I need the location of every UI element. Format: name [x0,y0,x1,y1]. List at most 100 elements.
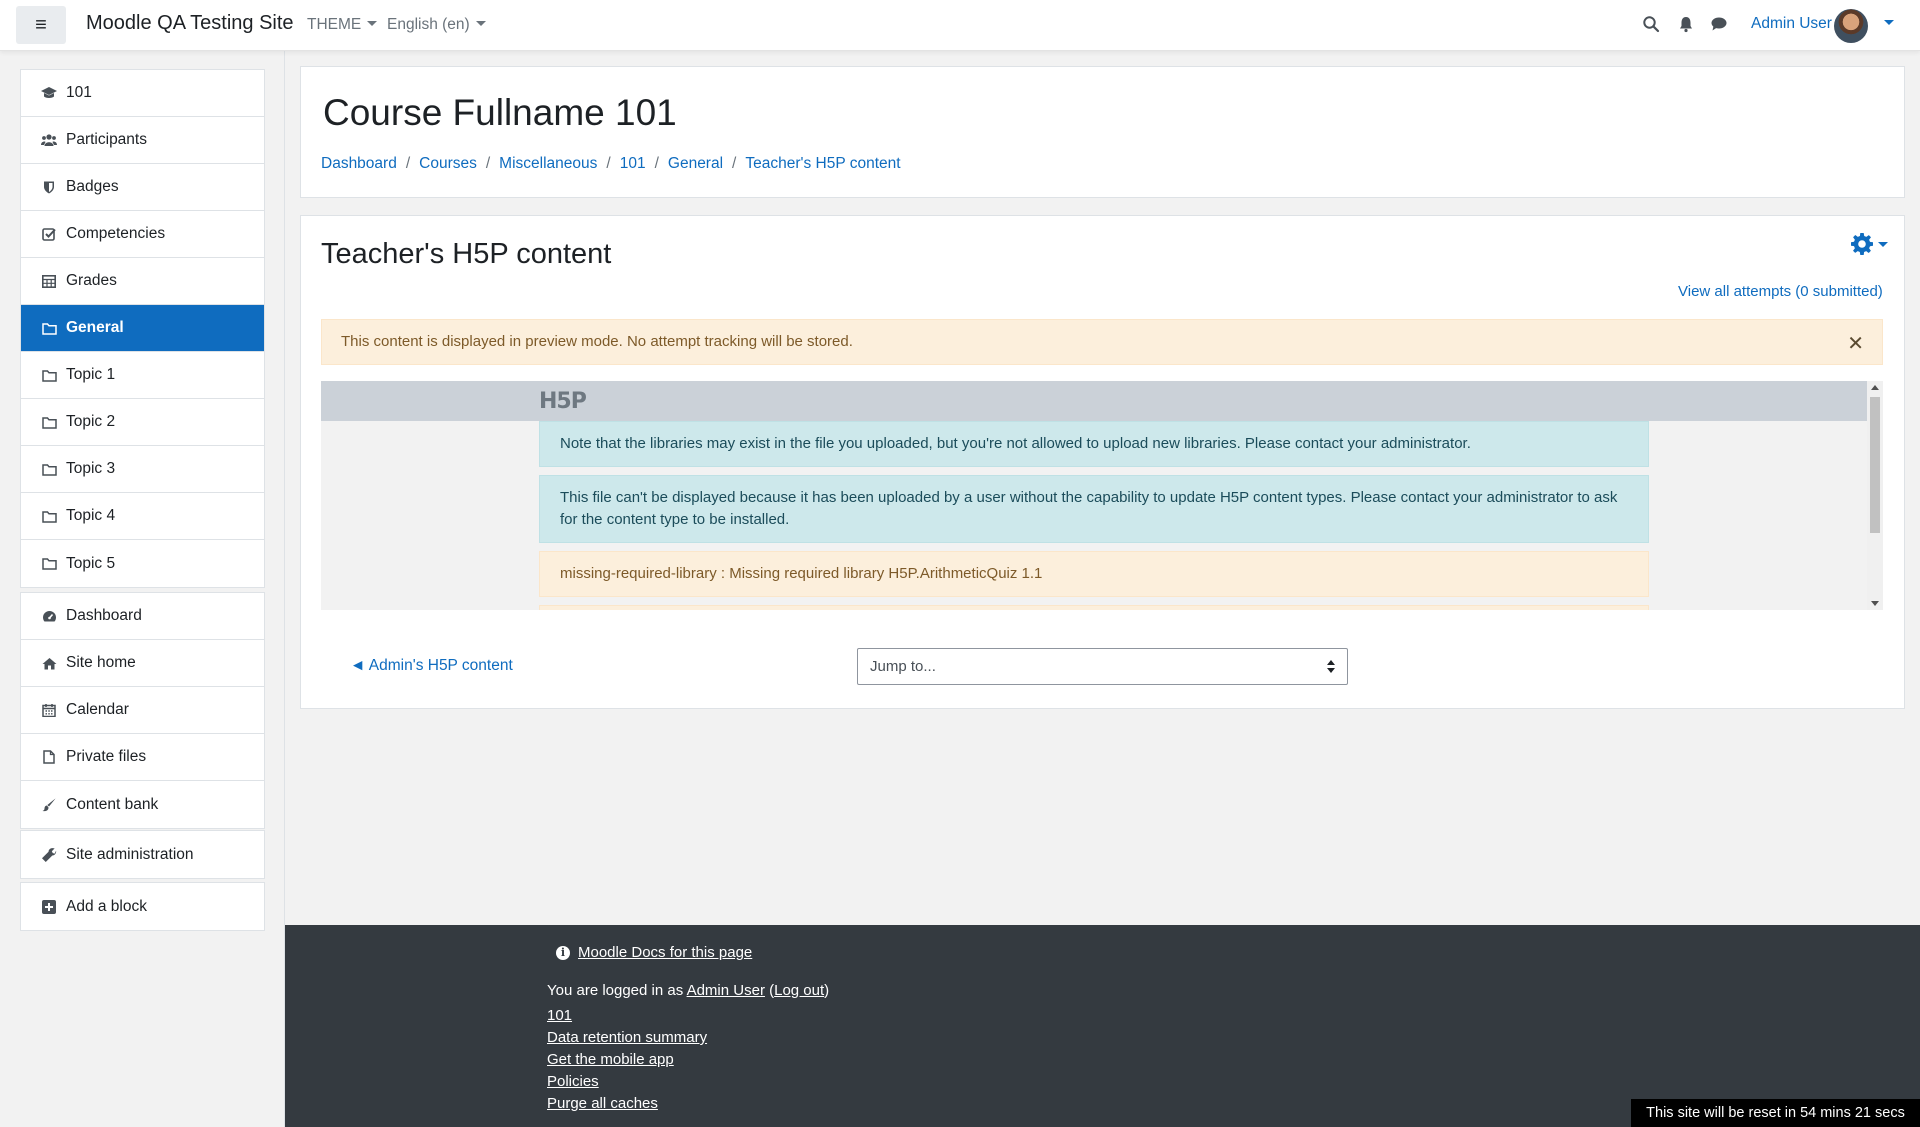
search-icon[interactable] [1642,15,1660,33]
footer-links: 101 Data retention summary Get the mobile … [547,1005,707,1115]
bell-icon[interactable] [1677,15,1695,33]
footer-link-data-retention-summary[interactable]: Data retention summary [547,1027,707,1049]
h5p-header-bar: H5P [321,381,1867,421]
sidebar-item-label: Competencies [66,225,166,242]
scrollbar-thumb[interactable] [1870,397,1880,533]
sidebar-item-label: General [66,319,124,336]
sidebar-item-label: Add a block [66,897,147,915]
footer-docs: i Moodle Docs for this page [556,944,752,961]
folder-icon [41,367,57,383]
breadcrumb-separator: / [732,155,737,172]
sidebar-item-label: Badges [66,178,119,195]
previous-activity-label: Admin's H5P content [368,657,513,674]
view-all-attempts-link[interactable]: View all attempts (0 submitted) [1678,283,1883,300]
sidebar-item-topic-3[interactable]: Topic 3 [21,446,264,493]
sidebar-item-label: Content bank [66,795,159,813]
avatar[interactable] [1834,9,1868,43]
sidebar-item-site-home[interactable]: Site home [21,640,264,687]
breadcrumb-item[interactable]: Teacher's H5P content [745,155,900,173]
preview-mode-alert: This content is displayed in preview mod… [321,319,1883,365]
moodle-docs-link[interactable]: Moodle Docs for this page [578,944,752,961]
h5p-info-message: Note that the libraries may exist in the… [539,421,1649,467]
language-dropdown[interactable]: English (en) [387,16,486,34]
top-navbar: ≡ Moodle QA Testing Site THEME English (… [0,0,1920,51]
footer-link-get-the-mobile-app[interactable]: Get the mobile app [547,1049,707,1071]
sidebar-item-label: Topic 2 [66,413,116,430]
admin-nav-group: Site administration [20,830,265,879]
hamburger-icon: ≡ [35,13,47,36]
jump-to-select[interactable]: Jump to... [857,648,1348,685]
sidebar-item-topic-1[interactable]: Topic 1 [21,352,264,399]
site-nav-group: Dashboard Site home Calendar Private files C… [20,592,265,829]
site-name-link[interactable]: Moodle QA Testing Site [86,12,294,35]
activity-settings-menu[interactable] [1850,232,1890,256]
table-icon [41,273,57,289]
sidebar-item-topic-5[interactable]: Topic 5 [21,540,264,587]
sidebar-item-dashboard[interactable]: Dashboard [21,593,264,640]
scroll-down-icon[interactable] [1871,601,1879,606]
folder-icon [41,414,57,430]
sidebar-item-label: Grades [66,272,117,289]
breadcrumb-separator: / [654,155,659,172]
sidebar-item-calendar[interactable]: Calendar [21,687,264,734]
folder-icon [41,508,57,524]
nav-drawer: 101 Participants Badges Competencies Grades G… [0,51,285,1127]
sidebar-item-grades[interactable]: Grades [21,258,264,305]
sidebar-item-competencies[interactable]: Competencies [21,211,264,258]
h5p-content-frame: H5P Note that the libraries may exist in… [321,381,1883,610]
h5p-scrollbar[interactable] [1867,381,1883,610]
calendar-icon [41,702,57,718]
user-menu-name[interactable]: Admin User [1751,15,1832,33]
breadcrumb-item[interactable]: Miscellaneous [499,155,597,173]
arrow-left-icon: ◄ [350,657,369,674]
messages-icon[interactable] [1710,15,1728,33]
sidebar-item-content-bank[interactable]: Content bank [21,781,264,828]
footer-link-policies[interactable]: Policies [547,1071,707,1093]
paint-brush-icon [41,797,57,813]
sidebar-item-private-files[interactable]: Private files [21,734,264,781]
theme-dropdown[interactable]: THEME [307,16,377,34]
file-icon [41,749,57,765]
h5p-logo: H5P [539,389,587,414]
footer-link-101[interactable]: 101 [547,1005,707,1027]
graduation-cap-icon [41,85,57,101]
breadcrumb-separator: / [485,155,491,172]
menu-toggle-button[interactable]: ≡ [16,6,66,44]
logout-link[interactable]: Log out [774,982,824,999]
footer-link-purge-all-caches[interactable]: Purge all caches [547,1093,707,1115]
sidebar-item-label: Calendar [66,701,129,718]
chevron-down-icon[interactable] [1884,20,1894,25]
h5p-warning-message: missing-required-library : Missing requi… [539,551,1649,597]
logged-in-user-link[interactable]: Admin User [687,982,765,999]
breadcrumb-separator: / [405,155,411,172]
sidebar-item-topic-4[interactable]: Topic 4 [21,493,264,540]
sidebar-item-topic-2[interactable]: Topic 2 [21,399,264,446]
folder-icon [41,461,57,477]
sidebar-item-general[interactable]: General [21,305,264,352]
message-text: missing-required-library : Missing requi… [560,565,1043,582]
alert-text: This content is displayed in preview mod… [341,333,853,350]
page-title: Course Fullname 101 [323,92,677,133]
scroll-up-icon[interactable] [1871,385,1879,390]
breadcrumb-item[interactable]: Courses [419,155,477,173]
sidebar-item-label: Site administration [66,845,194,863]
breadcrumb-item[interactable]: General [668,155,723,173]
sidebar-item-participants[interactable]: Participants [21,117,264,164]
site-reset-notice: This site will be reset in 54 mins 21 se… [1631,1099,1920,1127]
sidebar-item-101[interactable]: 101 [21,70,264,117]
info-icon: i [556,945,570,960]
sidebar-item-label: Topic 5 [66,554,116,572]
jump-to-value: Jump to... [870,658,936,675]
add-block-button[interactable]: Add a block [21,883,264,930]
sidebar-item-site-administration[interactable]: Site administration [21,831,264,878]
sidebar-item-badges[interactable]: Badges [21,164,264,211]
sidebar-item-label: Participants [66,131,147,148]
breadcrumb-item[interactable]: 101 [620,155,646,173]
plus-square-icon [41,899,57,915]
breadcrumb-item[interactable]: Dashboard [321,155,397,173]
folder-icon [41,320,57,336]
add-block-group: Add a block [20,882,265,931]
close-icon[interactable]: ✕ [1847,331,1864,356]
previous-activity-link[interactable]: ◄ Admin's H5P content [350,657,513,675]
shield-icon [41,179,57,195]
